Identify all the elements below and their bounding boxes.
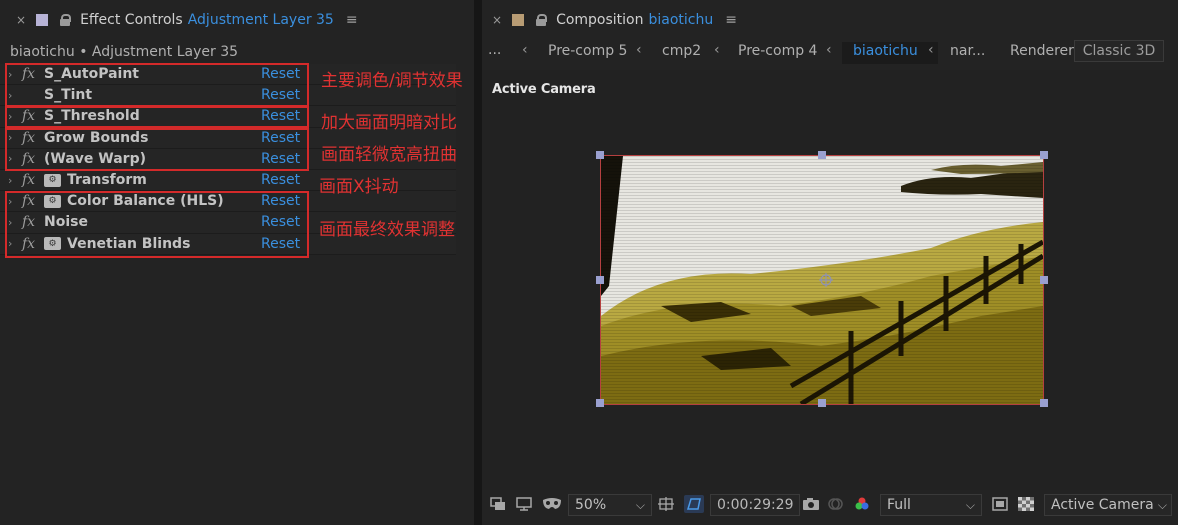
resolution-value: Full (887, 497, 911, 513)
fx-toggle-icon[interactable]: fx (22, 172, 44, 188)
chevron-left-icon: ‹ (826, 42, 832, 58)
toggle-mask-icon[interactable] (684, 495, 704, 513)
camera-select[interactable]: Active Camera ⌵ (1044, 494, 1172, 516)
lock-icon[interactable] (60, 14, 72, 26)
transform-handle[interactable] (596, 276, 604, 284)
zoom-value: 50% (575, 497, 607, 513)
composition-viewer[interactable]: Active Camera (482, 70, 1178, 490)
composition-tab[interactable]: × Composition biaotichu ≡ (492, 0, 737, 40)
always-preview-icon[interactable] (490, 497, 506, 511)
panel-title: Effect Controls (80, 12, 183, 28)
close-icon[interactable]: × (16, 13, 26, 27)
grid-guides-icon[interactable] (658, 497, 674, 511)
panel-color-swatch-icon (512, 14, 525, 26)
panel-menu-icon[interactable]: ≡ (725, 12, 737, 28)
snapshot-camera-icon[interactable] (802, 497, 820, 511)
annotation-text: 画面最终效果调整 (319, 220, 455, 240)
mask-visibility-icon[interactable] (542, 497, 562, 511)
breadcrumb: biaotichu • Adjustment Layer 35 (10, 44, 239, 60)
panel-menu-icon[interactable]: ≡ (346, 12, 358, 28)
nav-item-biaotichu[interactable]: biaotichu (853, 43, 918, 59)
chevron-down-icon: ⌵ (965, 497, 975, 512)
channels-rgb-icon[interactable] (854, 497, 870, 511)
composition-panel: × Composition biaotichu ≡ ... ‹ Pre-comp… (482, 0, 1178, 525)
region-of-interest-icon[interactable] (992, 497, 1008, 511)
view-label: Active Camera (492, 82, 596, 97)
annotation-text: 加大画面明暗对比 (321, 113, 457, 133)
panel-divider[interactable] (474, 0, 482, 525)
annotation-box-warp (5, 128, 309, 171)
composition-name: biaotichu (648, 12, 714, 28)
timecode-field[interactable]: 0:00:29:29 (710, 494, 800, 516)
effect-name[interactable]: Transform (67, 172, 147, 188)
annotation-text: 主要调色/调节效果 (321, 71, 463, 91)
chevron-down-icon: ⌵ (635, 497, 645, 512)
annotation-text: 画面轻微宽高扭曲 (321, 145, 457, 165)
nav-item-pre-comp-4[interactable]: Pre-comp 4 (738, 43, 817, 59)
camera-value: Active Camera (1051, 497, 1154, 513)
chevron-down-icon: ⌵ (1157, 497, 1167, 512)
show-snapshot-icon[interactable] (828, 497, 844, 511)
transform-handle[interactable] (1040, 399, 1048, 407)
effect-controls-panel: × Effect Controls Adjustment Layer 35 ≡ … (0, 0, 474, 525)
gpu-accelerated-icon: ⚙ (44, 173, 61, 187)
annotation-text: 画面X抖动 (319, 177, 399, 197)
transform-handle[interactable] (818, 151, 826, 159)
transparency-grid-icon[interactable] (1018, 497, 1034, 511)
chevron-left-icon: ‹ (522, 42, 528, 58)
annotation-box-color (5, 63, 309, 107)
nav-item-cmp2[interactable]: cmp2 (662, 43, 701, 59)
nav-ellipsis[interactable]: ... (488, 42, 501, 58)
layer-name: Adjustment Layer 35 (187, 12, 334, 28)
annotation-box-threshold (5, 106, 309, 128)
chevron-left-icon: ‹ (714, 42, 720, 58)
panel-title: Composition (556, 12, 644, 28)
viewer-toolbar: 50% ⌵ 0:00:29:29 Full ⌵ Active Camera ⌵ (482, 492, 1178, 520)
panel-color-swatch-icon (36, 14, 49, 26)
annotation-box-final (5, 191, 309, 258)
reset-link[interactable]: Reset (261, 172, 300, 188)
transform-handle[interactable] (818, 399, 826, 407)
chevron-left-icon: ‹ (636, 42, 642, 58)
effect-controls-tab[interactable]: × Effect Controls Adjustment Layer 35 ≡ (16, 0, 358, 40)
nav-item-pre-comp-5[interactable]: Pre-comp 5 (548, 43, 627, 59)
transform-handle[interactable] (596, 151, 604, 159)
transform-handle[interactable] (1040, 276, 1048, 284)
transform-handle[interactable] (1040, 151, 1048, 159)
chevron-right-icon[interactable]: › (8, 174, 22, 187)
composition-frame[interactable] (596, 151, 1048, 407)
nav-item-truncated[interactable]: nar... (950, 43, 986, 59)
lock-icon[interactable] (536, 14, 548, 26)
renderer-button[interactable]: Classic 3D (1074, 40, 1164, 62)
after-effects-workspace: × Effect Controls Adjustment Layer 35 ≡ … (0, 0, 1178, 525)
chevron-left-icon: ‹ (928, 42, 934, 58)
renderer-label: Renderer: (1010, 43, 1079, 59)
zoom-select[interactable]: 50% ⌵ (568, 494, 652, 516)
close-icon[interactable]: × (492, 13, 502, 27)
resolution-select[interactable]: Full ⌵ (880, 494, 982, 516)
composition-image (601, 156, 1045, 407)
transform-handle[interactable] (596, 399, 604, 407)
composition-navigator: ... ‹ Pre-comp 5 ‹ cmp2 ‹ Pre-comp 4 ‹ b… (482, 40, 1178, 66)
monitor-icon[interactable] (516, 497, 532, 511)
